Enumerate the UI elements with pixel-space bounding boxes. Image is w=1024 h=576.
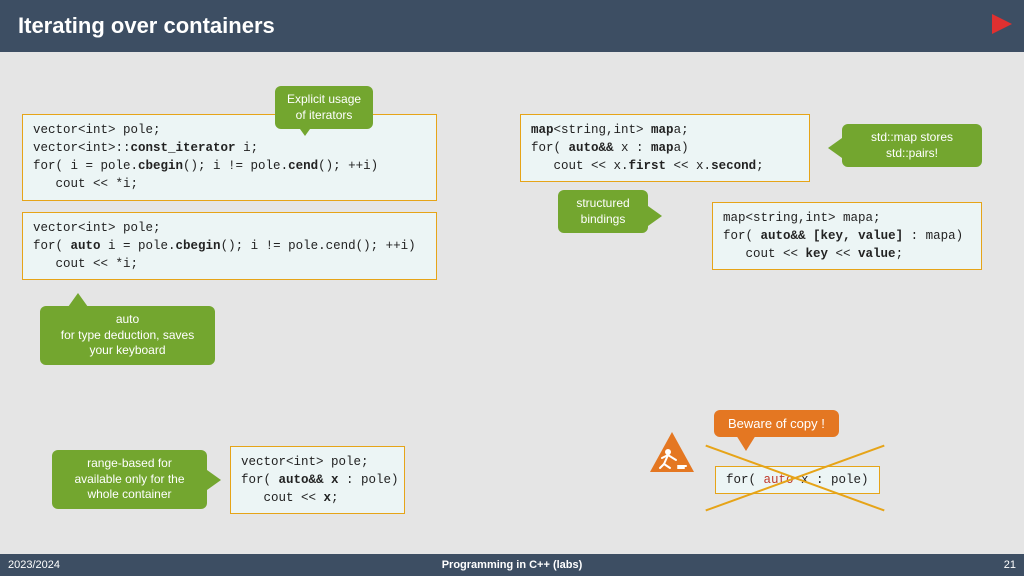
footer-course: Programming in C++ (labs): [0, 559, 1024, 571]
callout-tail: [648, 206, 662, 226]
callout-tail: [295, 122, 315, 136]
callout-range: range-based for available only for the w…: [52, 450, 207, 509]
slide-body: vector<int> pole; vector<int>::const_ite…: [0, 52, 1024, 554]
callout-structured: structured bindings: [558, 190, 648, 233]
footer-page: 21: [1004, 559, 1016, 571]
code-auto-iterator: vector<int> pole; for( auto i = pole.cbe…: [22, 212, 437, 280]
play-icon: [990, 12, 1014, 36]
callout-tail: [68, 293, 88, 307]
callout-tail: [207, 470, 221, 490]
callout-explicit: Explicit usage of iterators: [275, 86, 373, 129]
next-slide-button[interactable]: [990, 12, 1014, 36]
callout-tail: [736, 435, 756, 451]
slide-header: Iterating over containers: [0, 0, 1024, 52]
code-explicit-iterator: vector<int> pole; vector<int>::const_ite…: [22, 114, 437, 201]
callout-tail: [828, 138, 842, 158]
slide-title: Iterating over containers: [18, 13, 275, 39]
warning-icon: [648, 430, 696, 479]
callout-auto: auto for type deduction, saves your keyb…: [40, 306, 215, 365]
slide-footer: 2023/2024 Programming in C++ (labs) 21: [0, 554, 1024, 576]
code-range-for: vector<int> pole; for( auto&& x : pole) …: [230, 446, 405, 514]
callout-mapstores: std::map stores std::pairs!: [842, 124, 982, 167]
code-map-pair: map<string,int> mapa; for( auto&& x : ma…: [520, 114, 810, 182]
callout-beware: Beware of copy !: [714, 410, 839, 437]
code-structured-bindings: map<string,int> mapa; for( auto&& [key, …: [712, 202, 982, 270]
